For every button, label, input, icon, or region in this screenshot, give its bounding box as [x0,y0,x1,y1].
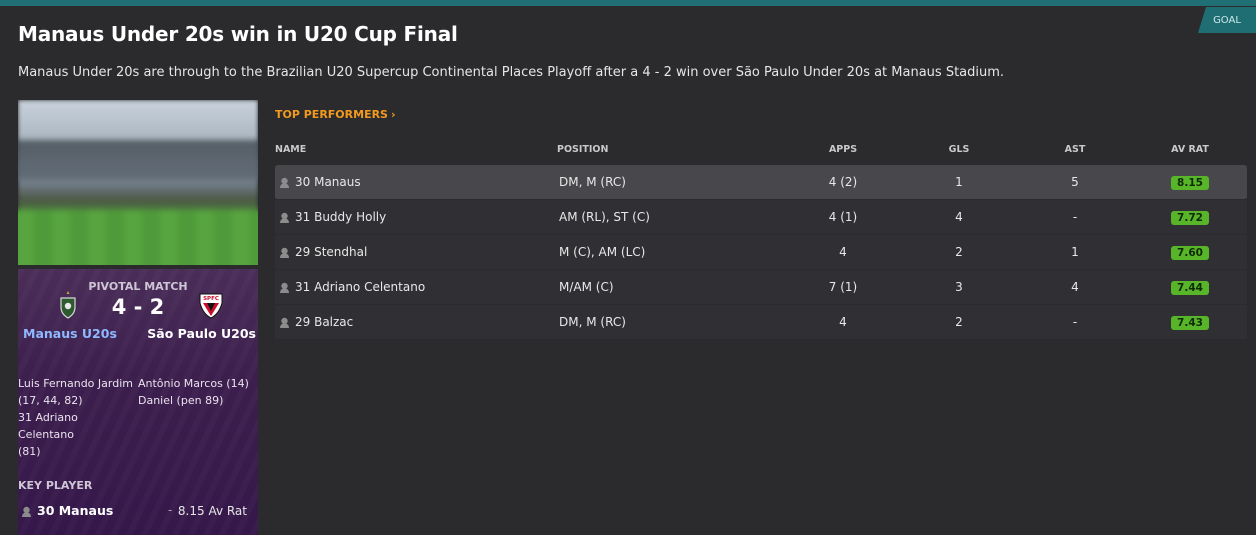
away-team-name[interactable]: São Paulo U20s [147,326,256,341]
pivotal-match-label: PIVOTAL MATCH [88,280,188,293]
column-header-av-rat[interactable]: AV RAT [1155,144,1225,155]
home-scorer-line: (81) [18,445,41,458]
accent-strip [0,0,1256,6]
svg-text:SPFC: SPFC [203,296,219,302]
player-rating-badge: 7.60 [1171,246,1209,260]
player-position: M (C), AM (LC) [559,245,646,259]
home-scorer-line: Luis Fernando Jardim [18,377,133,390]
home-team-name[interactable]: Manaus U20s [23,326,117,341]
player-name[interactable]: 31 Adriano Celentano [295,270,425,305]
away-scorer-line: Antônio Marcos (14) [138,377,249,390]
player-rating-badge: 7.43 [1171,316,1209,330]
table-row[interactable]: 29 Balzac DM, M (RC) 4 2 - 7.43 [275,305,1247,340]
player-assists: 1 [1071,245,1079,259]
column-header-ast[interactable]: AST [1035,144,1115,155]
player-name[interactable]: 29 Balzac [295,305,353,340]
away-scorers: Antônio Marcos (14) Daniel (pen 89) [138,375,256,409]
player-apps: 4 [839,315,847,329]
player-goals: 4 [955,210,963,224]
top-performers-label: TOP PERFORMERS [275,108,388,121]
player-rating-badge: 8.15 [1171,176,1209,190]
player-assists: - [1072,210,1078,224]
news-summary: Manaus Under 20s are through to the Braz… [18,65,1005,80]
player-rating-badge: 7.72 [1171,211,1209,225]
player-position: DM, M (RC) [559,175,626,189]
table-row[interactable]: 30 Manaus DM, M (RC) 4 (2) 1 5 8.15 [275,165,1247,200]
person-icon [280,212,289,223]
player-assists: - [1072,315,1078,329]
player-position: AM (RL), ST (C) [559,210,650,224]
player-apps: 4 (1) [828,210,858,224]
home-scorer-line: 31 Adriano Celentano [18,411,78,441]
player-name[interactable]: 29 Stendhal [295,235,367,270]
top-performers-link[interactable]: TOP PERFORMERS › [275,108,396,121]
person-icon [280,317,289,328]
player-apps: 7 (1) [828,280,858,294]
column-header-apps[interactable]: APPS [803,144,883,155]
sao-paulo-crest-icon: SPFC [199,293,223,319]
player-position: DM, M (RC) [559,315,626,329]
table-row[interactable]: 31 Buddy Holly AM (RL), ST (C) 4 (1) 4 -… [275,200,1247,235]
table-row[interactable]: 29 Stendhal M (C), AM (LC) 4 2 1 7.60 [275,235,1247,270]
player-rating-badge: 7.44 [1171,281,1209,295]
table-header: NAME POSITION APPS GLS AST AV RAT [275,144,1247,160]
player-goals: 2 [955,315,963,329]
column-header-name[interactable]: NAME [275,144,306,155]
column-header-position[interactable]: POSITION [557,144,608,155]
key-player-label: KEY PLAYER [18,479,93,492]
player-goals: 3 [955,280,963,294]
table-row[interactable]: 31 Adriano Celentano M/AM (C) 7 (1) 3 4 … [275,270,1247,305]
player-name[interactable]: 31 Buddy Holly [295,200,386,235]
pivotal-match-card[interactable]: PIVOTAL MATCH 4 - 2 SPFC Manaus U20s São… [18,269,258,535]
player-goals: 1 [955,175,963,189]
left-column: PIVOTAL MATCH 4 - 2 SPFC Manaus U20s São… [18,100,258,535]
top-performers-table: 30 Manaus DM, M (RC) 4 (2) 1 5 8.15 31 B… [275,165,1247,340]
news-item-panel: GOAL Manaus Under 20s win in U20 Cup Fin… [0,0,1256,535]
player-apps: 4 (2) [828,175,858,189]
key-player-name[interactable]: 30 Manaus [37,503,113,518]
home-scorer-line: (17, 44, 82) [18,394,83,407]
player-apps: 4 [839,245,847,259]
player-assists: 5 [1071,175,1079,189]
player-assists: 4 [1071,280,1079,294]
key-player-rating: 8.15 Av Rat [177,504,247,518]
news-title: Manaus Under 20s win in U20 Cup Final [18,22,458,46]
column-header-gls[interactable]: GLS [919,144,999,155]
home-scorers: Luis Fernando Jardim (17, 44, 82) 31 Adr… [18,375,136,460]
person-icon [280,177,289,188]
away-scorer-line: Daniel (pen 89) [138,394,224,407]
key-player-separator: - [168,503,173,517]
news-category-tag: GOAL [1198,7,1256,33]
person-icon [280,247,289,258]
chevron-right-icon: › [390,108,396,121]
player-goals: 2 [955,245,963,259]
stadium-image [18,100,258,265]
person-icon [22,506,31,517]
person-icon [280,282,289,293]
player-name[interactable]: 30 Manaus [295,165,361,200]
player-position: M/AM (C) [559,280,614,294]
